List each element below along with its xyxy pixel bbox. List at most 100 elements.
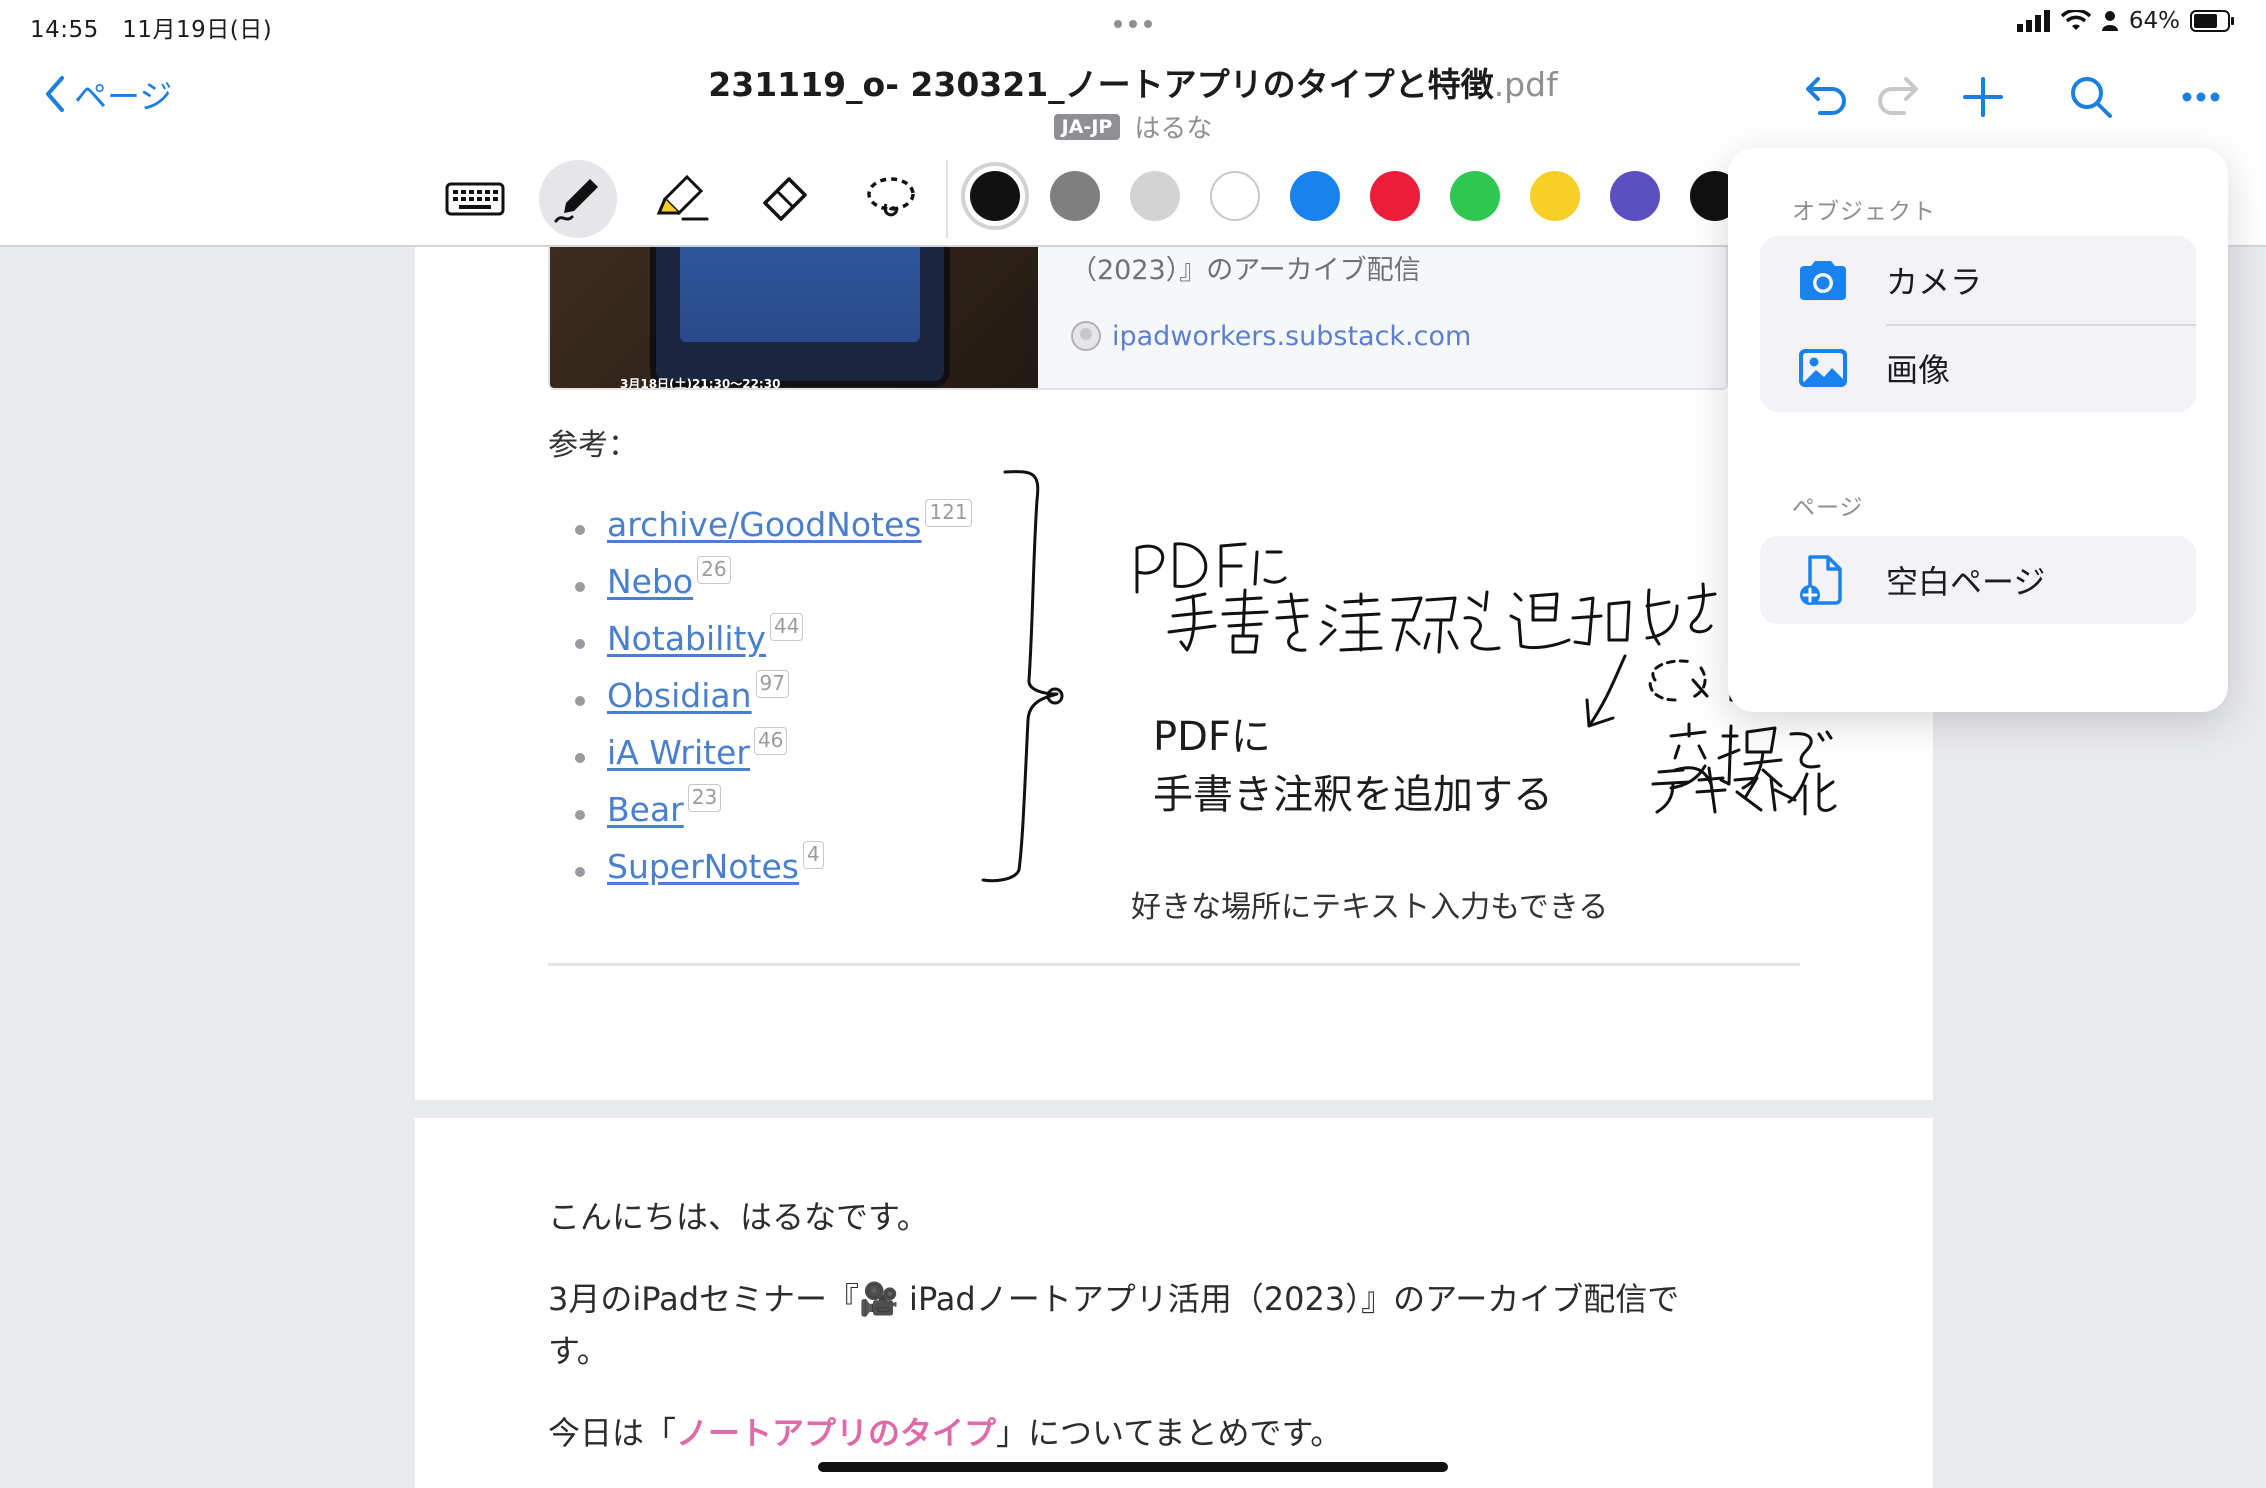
reference-count-badge: 44 <box>769 613 804 641</box>
converted-line-2: 手書き注釈を追加する <box>1153 772 1553 818</box>
reference-item: Nebo 26 <box>575 556 972 619</box>
eraser-tool[interactable] <box>746 160 824 238</box>
color-swatch[interactable] <box>1050 171 1100 221</box>
redo-button[interactable] <box>1872 72 1922 122</box>
more-button[interactable] <box>2176 72 2226 122</box>
color-swatch[interactable] <box>970 171 1020 221</box>
link-preview-card[interactable]: 3月18日(土)21:30〜22:30 （2023）』のアーカイブ配信 ipad… <box>548 240 1728 390</box>
color-swatch[interactable] <box>1290 171 1340 221</box>
page-group: 空白ページ <box>1760 536 2196 624</box>
battery-icon <box>2190 10 2234 32</box>
pdf-page-1[interactable]: 3月18日(土)21:30〜22:30 （2023）』のアーカイブ配信 ipad… <box>415 180 1933 1100</box>
pen-tool[interactable] <box>539 160 617 238</box>
greeting-text: こんにちは、はるなです。 <box>548 1198 929 1236</box>
bullet <box>575 696 585 706</box>
reference-count-badge: 4 <box>803 841 824 869</box>
color-swatch[interactable] <box>1210 171 1260 221</box>
color-swatch[interactable] <box>1610 171 1660 221</box>
keyboard-icon <box>445 182 505 216</box>
reference-item: SuperNotes 4 <box>575 841 972 904</box>
language-badge[interactable]: JA-JP <box>1053 113 1121 140</box>
image-label: 画像 <box>1886 351 1951 389</box>
undo-button[interactable] <box>1802 72 1852 122</box>
brace-tip <box>1046 687 1064 705</box>
reference-item: archive/GoodNotes 121 <box>575 499 972 562</box>
document-title[interactable]: 231119_o- 230321_ノートアプリのタイプと特徴.pdf <box>0 58 2266 106</box>
plus-icon <box>1963 77 2003 117</box>
bullet <box>575 867 585 877</box>
photo-icon <box>1799 349 1847 387</box>
reference-link[interactable]: Nebo <box>607 562 693 601</box>
status-indicators: 64% <box>2016 8 2236 34</box>
redo-icon <box>1878 77 1918 115</box>
ink-word-annotate <box>1167 582 1717 654</box>
converted-text[interactable]: PDFに 手書き注釈を追加する <box>1153 708 1553 824</box>
person-icon <box>2101 11 2118 31</box>
ink-word-convert <box>1669 722 1833 790</box>
battery-percent: 64% <box>2128 8 2180 34</box>
author-name: はるな <box>1134 114 1213 144</box>
reference-link[interactable]: Bear <box>607 790 684 829</box>
add-menu-popover: オブジェクト カメラ 画像 ページ 空白ページ <box>1728 148 2228 712</box>
reference-count-badge: 97 <box>755 670 789 698</box>
undo-icon <box>1806 77 1846 115</box>
cellular-icon <box>2016 10 2050 32</box>
eraser-icon <box>763 177 807 221</box>
reference-link[interactable]: iA Writer <box>607 733 750 772</box>
preview-link-text: ipadworkers.substack.com <box>1112 320 1472 352</box>
bullet <box>575 582 585 592</box>
references-label: 参考： <box>548 428 638 463</box>
reference-link[interactable]: archive/GoodNotes <box>607 505 921 544</box>
topic-prefix: 今日は「 <box>548 1414 677 1452</box>
ink-word-pdf <box>1135 542 1287 594</box>
object-group: カメラ 画像 <box>1760 236 2196 412</box>
color-swatch[interactable] <box>1370 171 1420 221</box>
search-button[interactable] <box>2066 72 2116 122</box>
topic-text: 今日は「ノートアプリのタイプ」についてまとめです。 <box>548 1408 1342 1454</box>
intro-text-continued: す。 <box>548 1332 609 1370</box>
preview-link[interactable]: ipadworkers.substack.com <box>1070 320 1471 352</box>
ink-word-textify <box>1651 766 1837 816</box>
blank-page-label: 空白ページ <box>1886 563 2046 601</box>
menu-item-image[interactable]: 画像 <box>1760 324 2196 412</box>
add-page-icon <box>1800 555 1842 605</box>
color-swatch[interactable] <box>1450 171 1500 221</box>
preview-thumbnail: 3月18日(土)21:30〜22:30 <box>550 242 1038 390</box>
horizontal-rule <box>548 963 1800 966</box>
menu-item-camera[interactable]: カメラ <box>1760 236 2196 324</box>
multitasking-grabber[interactable] <box>1108 14 1158 34</box>
color-swatch[interactable] <box>1530 171 1580 221</box>
text-box-caption[interactable]: 好きな場所にテキスト入力もできる <box>1131 882 1608 926</box>
highlighter-tool[interactable] <box>642 160 720 238</box>
reference-count-badge: 46 <box>753 727 788 755</box>
reference-item: Notability 44 <box>575 613 972 676</box>
add-button[interactable] <box>1958 72 2008 122</box>
reference-link[interactable]: Notability <box>607 619 766 658</box>
reference-item: Obsidian 97 <box>575 670 972 733</box>
reference-link[interactable]: Obsidian <box>607 676 752 715</box>
site-favicon-icon <box>1071 321 1101 351</box>
highlighter-icon <box>656 174 709 221</box>
preview-date: 3月18日(土)21:30〜22:30 <box>620 377 781 390</box>
section-label-page: ページ <box>1792 495 1864 521</box>
bullet <box>575 810 585 820</box>
section-label-object: オブジェクト <box>1792 199 1936 225</box>
wifi-icon <box>2060 10 2091 30</box>
brace-stroke <box>981 470 1059 883</box>
color-swatch[interactable] <box>1130 171 1180 221</box>
lasso-tool[interactable] <box>852 160 930 238</box>
title-text: 231119_o- 230321_ノートアプリのタイプと特徴 <box>708 65 1494 104</box>
pdf-page-2[interactable]: こんにちは、はるなです。 3月のiPadセミナー『🎥 iPadノートアプリ活用（… <box>415 1118 1933 1488</box>
search-icon <box>2071 77 2112 118</box>
reference-count-badge: 121 <box>925 499 972 527</box>
topic-suffix: 」についてまとめです。 <box>996 1414 1343 1452</box>
title-extension: .pdf <box>1493 65 1558 104</box>
lasso-icon <box>867 177 915 217</box>
home-indicator[interactable] <box>818 1462 1448 1472</box>
converted-line-1: PDFに <box>1153 714 1271 760</box>
menu-item-blank-page[interactable]: 空白ページ <box>1760 536 2196 624</box>
ellipsis-icon <box>2182 92 2220 102</box>
reference-link[interactable]: SuperNotes <box>607 847 799 886</box>
reference-list: archive/GoodNotes 121 Nebo 26 Notability 44 Ob… <box>575 499 972 904</box>
keyboard-tool[interactable] <box>436 160 514 238</box>
